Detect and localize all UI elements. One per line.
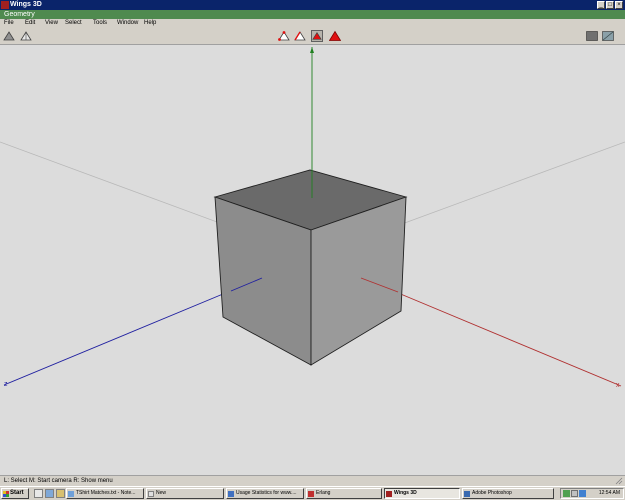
axis-x-label: x xyxy=(616,382,620,389)
menu-view[interactable]: View xyxy=(45,19,58,28)
vertex-mode-icon[interactable] xyxy=(278,30,290,42)
system-tray: 12:54 AM xyxy=(560,488,624,499)
menu-help[interactable]: Help xyxy=(144,19,156,28)
internet-explorer-icon[interactable] xyxy=(45,489,54,498)
menu-edit[interactable]: Edit xyxy=(25,19,35,28)
geometry-window-titlebar[interactable]: Geometry xyxy=(0,10,625,19)
body-mode-icon[interactable] xyxy=(329,30,341,42)
menu-window[interactable]: Window xyxy=(117,19,138,28)
minimize-button[interactable]: _ xyxy=(597,1,605,9)
start-label: Start xyxy=(10,490,24,496)
close-button[interactable]: × xyxy=(615,1,623,9)
network-icon[interactable] xyxy=(563,490,570,497)
menu-tools[interactable]: Tools xyxy=(93,19,107,28)
menu-bar: File Edit View Select Tools Window Help xyxy=(0,19,625,28)
task-new[interactable]: New xyxy=(146,488,224,499)
geometry-window-title: Geometry xyxy=(4,11,35,18)
windows-taskbar: Start TShirt Matches.txt - Note... New U… xyxy=(0,486,625,500)
toolbar xyxy=(0,28,625,45)
task-usage-statistics[interactable]: Usage Statistics for www.... xyxy=(226,488,304,499)
task-erlang[interactable]: Erlang xyxy=(306,488,382,499)
wireframe-toggle-icon[interactable] xyxy=(602,30,614,42)
task-adobe-photoshop[interactable]: Adobe Photoshop xyxy=(462,488,554,499)
outlook-express-icon[interactable] xyxy=(56,489,65,498)
window-icon xyxy=(148,491,154,497)
resize-grip-icon[interactable] xyxy=(615,477,623,485)
window-title: Wings 3D xyxy=(10,1,42,8)
wings-task-icon xyxy=(386,491,392,497)
volume-icon[interactable] xyxy=(571,490,578,497)
start-button[interactable]: Start xyxy=(1,488,29,499)
erlang-icon xyxy=(308,491,314,497)
taskbar-clock: 12:54 AM xyxy=(598,490,620,496)
window-titlebar[interactable]: Wings 3D _ □ × xyxy=(0,0,625,10)
ortho-view-icon[interactable] xyxy=(20,30,32,42)
notepad-icon xyxy=(68,491,74,497)
axis-y-arrow xyxy=(310,47,314,53)
status-bar: L: Select M: Start camera R: Show menu xyxy=(0,475,625,486)
perspective-view-icon[interactable] xyxy=(3,30,15,42)
3d-viewport[interactable]: z x xyxy=(0,45,625,475)
task-notepad[interactable]: TShirt Matches.txt - Note... xyxy=(66,488,144,499)
edge-mode-icon[interactable] xyxy=(294,30,306,42)
wings-app-icon xyxy=(1,1,9,9)
windows-logo-icon xyxy=(3,491,9,497)
menu-select[interactable]: Select xyxy=(65,19,82,28)
task-wings-3d[interactable]: Wings 3D xyxy=(384,488,460,499)
menu-file[interactable]: File xyxy=(4,19,14,28)
cube[interactable] xyxy=(213,169,408,366)
photoshop-icon xyxy=(464,491,470,497)
axis-z-label: z xyxy=(4,381,8,388)
messenger-icon[interactable] xyxy=(579,490,586,497)
face-mode-icon[interactable] xyxy=(311,30,323,42)
maximize-button[interactable]: □ xyxy=(606,1,614,9)
smooth-preview-icon[interactable] xyxy=(586,30,598,42)
status-message: L: Select M: Start camera R: Show menu xyxy=(4,478,113,484)
show-desktop-icon[interactable] xyxy=(34,489,43,498)
browser-icon xyxy=(228,491,234,497)
